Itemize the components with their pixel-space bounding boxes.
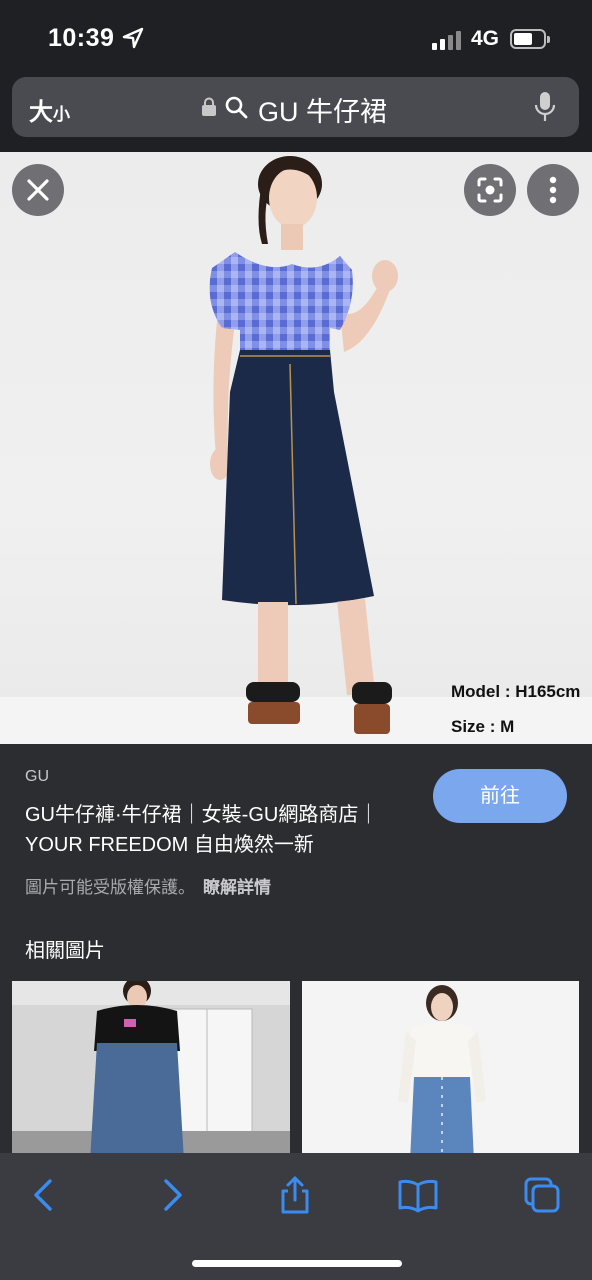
related-images-title: 相關圖片	[25, 940, 105, 962]
related-image-1-photo	[12, 981, 290, 1161]
related-image-2-photo	[302, 981, 579, 1161]
address-area: 大小 GU 牛仔裙	[0, 60, 592, 152]
model-illustration	[209, 156, 398, 734]
location-arrow-icon	[122, 27, 144, 49]
bookmarks-icon[interactable]	[398, 1175, 438, 1215]
result-info: GU GU牛仔褲·牛仔裙｜女裝-GU網路商店｜ YOUR FREEDOM 自由煥…	[0, 744, 592, 914]
back-icon[interactable]	[24, 1175, 64, 1215]
more-options-button[interactable]	[527, 164, 579, 216]
text-size-button[interactable]: 大小	[29, 92, 70, 127]
close-button[interactable]	[12, 164, 64, 216]
size-caption: Size : M	[451, 717, 515, 736]
network-label: 4G	[471, 27, 500, 50]
copyright-text: 圖片可能受版權保護。	[25, 878, 195, 897]
lock-icon	[202, 97, 216, 116]
page-title[interactable]: GU牛仔褲·牛仔裙｜女裝-GU網路商店｜ YOUR FREEDOM 自由煥然一新	[25, 800, 425, 860]
share-icon[interactable]	[275, 1175, 315, 1215]
home-indicator	[192, 1260, 402, 1267]
lens-icon	[477, 177, 503, 203]
microphone-icon[interactable]	[534, 91, 556, 123]
close-icon	[27, 179, 49, 201]
model-caption: Model : H165cm	[451, 682, 581, 701]
copyright-notice: 圖片可能受版權保護。 瞭解詳情	[25, 873, 271, 898]
address-bar[interactable]: 大小 GU 牛仔裙	[12, 77, 579, 137]
url-text[interactable]: GU 牛仔裙	[258, 90, 387, 129]
signal-icon	[432, 30, 464, 50]
more-icon	[549, 176, 557, 204]
search-icon	[225, 96, 248, 119]
product-image[interactable]: Model : H165cm Size : M	[0, 152, 592, 744]
page-title-line-1: GU牛仔褲·牛仔裙｜女裝-GU網路商店｜	[25, 804, 379, 826]
tabs-icon[interactable]	[522, 1175, 562, 1215]
source-label[interactable]: GU	[25, 768, 49, 786]
battery-icon	[510, 29, 550, 49]
page-title-line-2: YOUR FREEDOM 自由煥然一新	[25, 834, 314, 856]
lens-button[interactable]	[464, 164, 516, 216]
learn-more-link[interactable]: 瞭解詳情	[203, 878, 271, 897]
related-image-1[interactable]	[12, 981, 290, 1161]
forward-icon[interactable]	[152, 1175, 192, 1215]
status-time: 10:39	[48, 24, 115, 52]
related-image-2[interactable]	[302, 981, 579, 1161]
visit-button[interactable]: 前往	[433, 769, 567, 823]
